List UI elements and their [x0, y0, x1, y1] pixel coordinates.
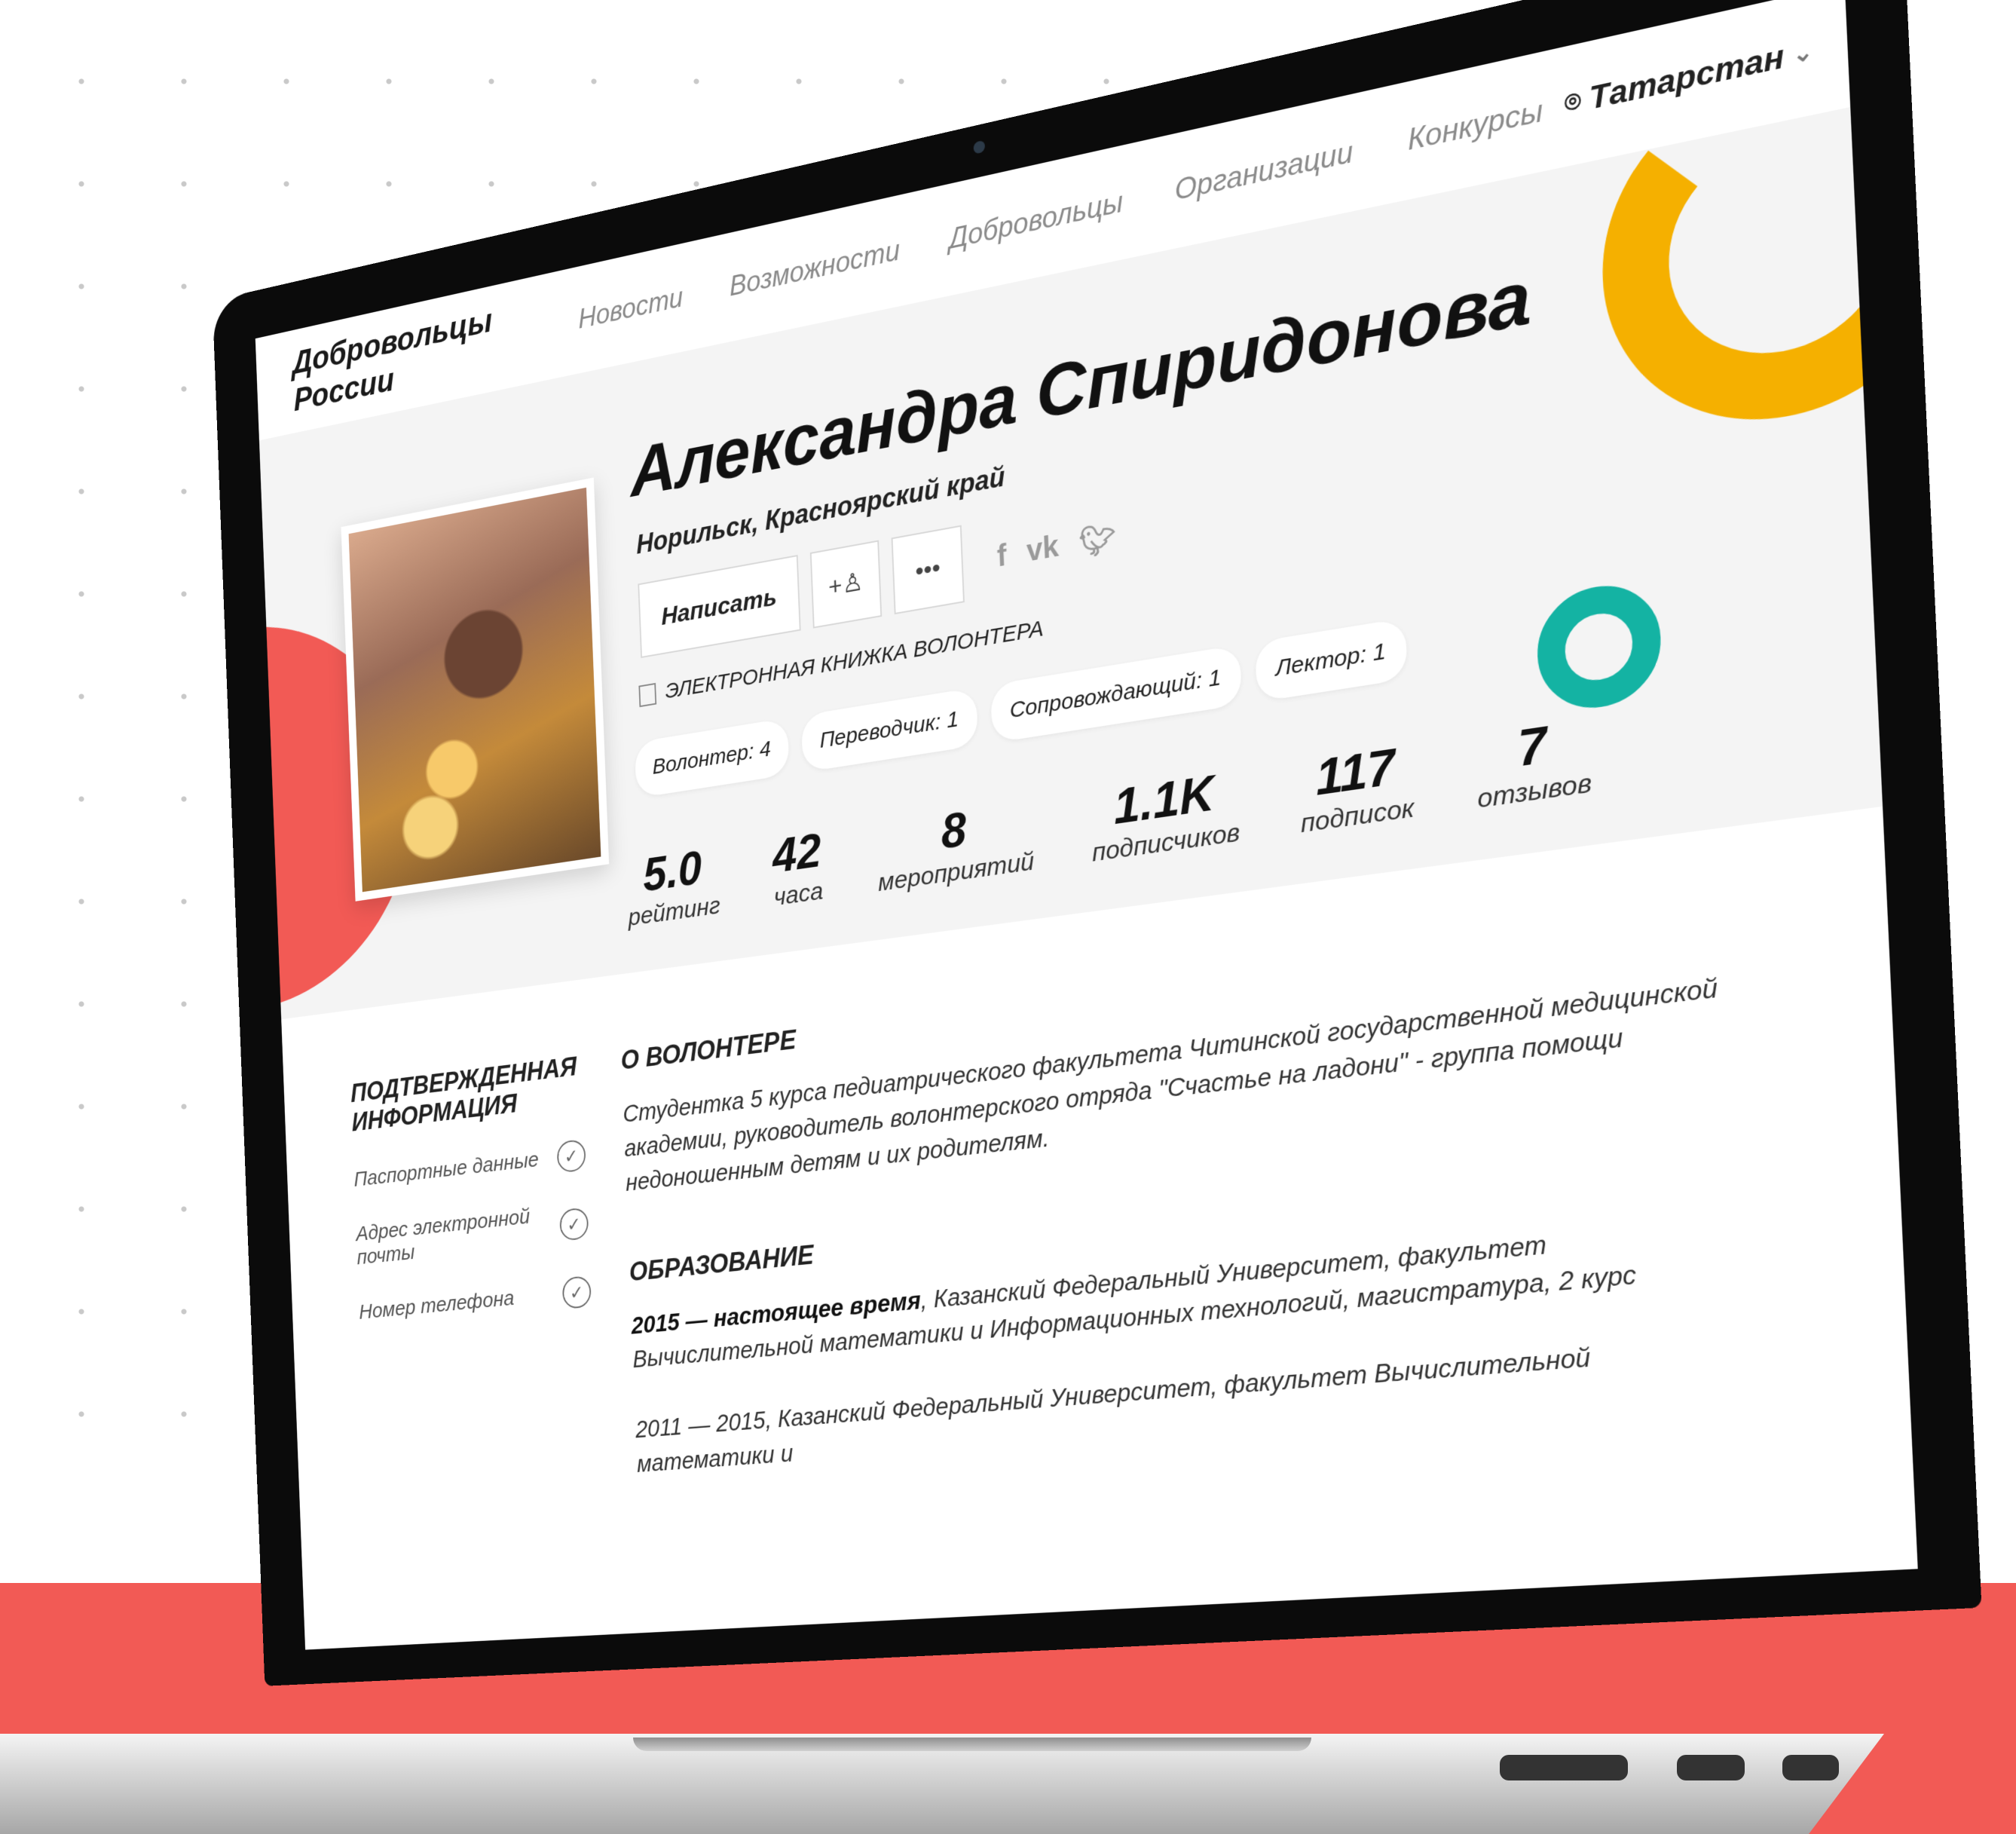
nav-opportunities[interactable]: Возможности [729, 234, 901, 302]
laptop-screen-frame: Добровольцы России Новости Возможности Д… [212, 0, 1982, 1686]
vk-icon[interactable]: vk [1026, 529, 1060, 570]
laptop-port [1500, 1755, 1628, 1780]
tag-volunteer[interactable]: Волонтер: 4 [634, 718, 790, 798]
chevron-down-icon: ⌄ [1792, 38, 1814, 69]
check-circle-icon: ✓ [559, 1207, 589, 1242]
web-page: Добровольцы России Новости Возможности Д… [255, 0, 1918, 1650]
verified-item: Адрес электронной почты ✓ [356, 1199, 589, 1270]
nav-contests[interactable]: Конкурсы [1407, 94, 1543, 158]
laptop-port-hdmi [1677, 1755, 1745, 1780]
education-years: 2011 — 2015 [635, 1406, 766, 1444]
nav-organizations[interactable]: Организации [1174, 136, 1354, 207]
stat-subscriptions[interactable]: 117 подписок [1298, 735, 1415, 839]
twitter-icon[interactable]: 🐦︎ [1078, 519, 1117, 561]
region-selector[interactable]: ⌾ Татарстан ⌄ [1564, 32, 1814, 122]
tag-lecturer[interactable]: Лектор: 1 [1254, 617, 1408, 703]
verified-item-label: Адрес электронной почты [355, 1205, 531, 1269]
write-message-button[interactable]: Написать [638, 555, 801, 659]
check-circle-icon: ✓ [556, 1138, 586, 1174]
site-logo[interactable]: Добровольцы России [292, 287, 554, 418]
more-options-button[interactable]: ••• [891, 525, 965, 615]
nav-volunteers[interactable]: Добровольцы [948, 186, 1124, 256]
book-icon [638, 682, 657, 708]
verified-info: ПОДТВЕРЖДЕННАЯ ИНФОРМАЦИЯ Паспортные дан… [350, 1051, 592, 1328]
stat-value: 42 [771, 823, 822, 883]
profile-photo [341, 477, 610, 902]
stat-events: 8 мероприятий [875, 791, 1035, 898]
stat-hours: 42 часа [771, 822, 824, 912]
tag-escort[interactable]: Сопровождающий: 1 [990, 645, 1242, 743]
region-label: Татарстан [1588, 38, 1785, 117]
laptop-port-usb [1782, 1755, 1839, 1780]
stat-rating: 5.0 рейтинг [626, 838, 720, 932]
laptop-notch [633, 1738, 1311, 1751]
camera-dot [973, 139, 986, 155]
nav-news[interactable]: Новости [578, 282, 684, 335]
stat-reviews[interactable]: 7 отзывов [1474, 709, 1592, 815]
add-friend-button[interactable]: +♙ [809, 540, 883, 629]
verified-item-label: Паспортные данные [353, 1147, 540, 1192]
location-pin-icon: ⌾ [1563, 85, 1582, 120]
check-circle-icon: ✓ [561, 1275, 592, 1309]
verified-item: Паспортные данные ✓ [353, 1138, 586, 1196]
tag-translator[interactable]: Переводчик: 1 [800, 687, 978, 773]
facebook-icon[interactable]: f [996, 538, 1008, 575]
stat-label: часа [773, 877, 824, 912]
social-links: f vk 🐦︎ [996, 519, 1117, 575]
decor-teal-ring [1534, 577, 1663, 716]
stat-followers[interactable]: 1.1K подписчиков [1089, 761, 1240, 868]
